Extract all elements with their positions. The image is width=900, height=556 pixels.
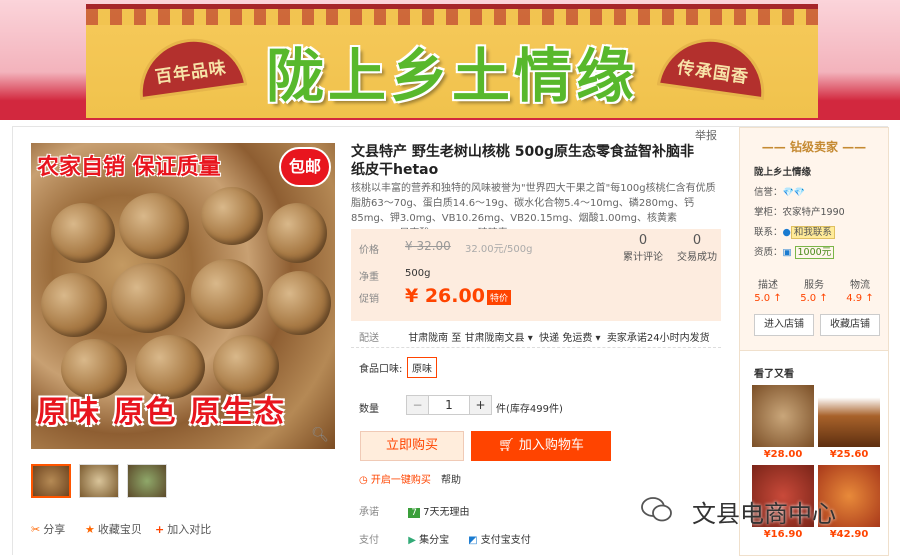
promise-text[interactable]: 7天无理由 [423,507,469,518]
pay-option-2[interactable]: 支付宝支付 [481,535,531,546]
pay-label: 支付 [359,535,379,546]
thumbnail-1[interactable] [31,464,71,498]
compare-button[interactable]: + 加入对比 [155,521,211,537]
thumbnail-3[interactable] [127,464,167,498]
zoom-icon[interactable]: 🔍︎ [311,427,329,443]
pay-row: 支付 ▶ 集分宝 ◩ 支付宝支付 [359,531,531,546]
promo-tag: 特价 [487,290,512,305]
star-icon: ★ [85,523,95,536]
weight-label: 净重 [359,272,379,283]
reviews-stat[interactable]: 0 累计评论 [613,233,673,263]
contact-button[interactable]: 和我联系 [790,226,835,239]
dsr-logistics: 物流 4.9 ↑ [846,280,874,304]
quantity-label: 数量 [359,404,379,415]
promise-row: 承诺 7 7天无理由 [359,503,469,518]
add-to-cart-button[interactable]: 🛒︎ 加入购物车 [471,431,611,461]
plus-icon: + [155,523,165,536]
banner-artwork: 百年品味 陇上乡土情缘 传承国香 [86,4,818,118]
fan-right-text: 传承国香 [675,58,751,88]
reviews-count: 0 [638,233,648,248]
diamond-icon: 💎💎 [782,188,805,198]
seven-day-icon: 7 [408,508,420,518]
delivery-from: 甘肃陇南 [408,333,449,344]
recommended-item-1[interactable] [752,385,814,447]
banner: 百年品味 陇上乡土情缘 传承国香 [0,0,900,120]
increase-button[interactable]: + [469,396,491,414]
favorite-shop-button[interactable]: 收藏店铺 [820,314,880,336]
keeper-row: 掌柜：农家特产1990 [754,207,845,218]
chevron-down-icon: ▾ [595,333,601,344]
recommended-price-3: ¥16.90 [763,529,803,540]
product-page: 举报 农家自销 保证质量 包邮 原味 原色 原生态 🔍︎ ✂ 分享 ★ 收藏宝贝 +… [12,126,889,556]
dsr-service: 服务 5.0 ↑ [800,280,828,304]
divider [351,347,721,348]
enter-shop-button[interactable]: 进入店铺 [754,314,814,336]
share-button[interactable]: ✂ 分享 [31,521,65,537]
chevron-down-icon: ▾ [527,333,533,344]
id-icon: ▣ [782,247,795,258]
contact-row: 联系：● 和我联系 [754,224,835,239]
recommended-item-2[interactable] [818,385,880,447]
pay-option-1[interactable]: 集分宝 [419,535,449,546]
shipping-select[interactable]: 快递 免运费 ▾ [539,333,600,344]
decrease-button[interactable]: − [407,396,429,414]
wangwang-icon: ● [782,227,791,238]
shop-name[interactable]: 陇上乡土情缘 [754,164,811,178]
image-slogan-bottom: 原味 原色 原生态 [37,395,286,430]
flavor-label: 食品口味: [359,364,403,375]
one-click-buy-link[interactable]: ◷ 开启一键购买 [359,471,431,486]
reviews-label: 累计评论 [623,252,663,263]
jifenbao-icon: ▶ [408,535,416,546]
credit-row: 信誉：💎💎 [754,187,805,198]
image-slogan-top: 农家自销 保证质量 [37,155,221,180]
quantity-input[interactable]: 1 [429,396,469,414]
thumbnail-2[interactable] [79,464,119,498]
report-link[interactable]: 举报 [695,127,717,143]
product-title: 文县特产 野生老树山核桃 500g原生态零食益智补脑非纸皮干hetao [351,144,694,178]
delivery-destination-select[interactable]: 甘肃陇南文县 ▾ [465,333,533,344]
recommended-price-4: ¥42.90 [829,529,869,540]
delivery-label: 配送 [359,333,379,344]
original-price: ¥ 32.00 [405,239,451,253]
weight-value: 500g [405,268,431,279]
free-shipping-badge: 包邮 [279,147,331,187]
flavor-option-selected[interactable]: 原味 [407,357,437,378]
price-label: 价格 [359,245,379,256]
sales-stat: 0 交易成功 [667,233,727,263]
clock-icon: ◷ [359,475,371,486]
watermark-text: 文县电商中心 [692,500,836,528]
delivery-row: 配送 甘肃陇南 至 甘肃陇南文县 ▾ 快递 免运费 ▾ 卖家承诺24小时内发货 [359,329,710,344]
sales-label: 交易成功 [677,252,717,263]
promo-label: 促销 [359,294,379,305]
favorite-button[interactable]: ★ 收藏宝贝 [85,521,142,537]
quantity-stepper: − 1 + [406,395,492,415]
keeper-name[interactable]: 农家特产1990 [783,207,845,218]
delivery-to-word: 至 [451,333,462,344]
dsr-description: 描述 5.0 ↑ [754,280,782,304]
share-icon: ✂ [31,523,41,536]
unit-price: 32.00元/500g [465,244,533,255]
alipay-icon: ◩ [468,535,478,546]
price-box: 价格 ¥ 32.00 32.00元/500g 0 累计评论 0 交易成功 净重 50… [351,229,721,321]
main-product-image[interactable]: 农家自销 保证质量 包邮 原味 原色 原生态 🔍︎ [31,143,335,449]
recommended-price-1: ¥28.00 [763,449,803,460]
promo-price: ¥ 26.00 [405,285,485,307]
help-link[interactable]: 帮助 [441,471,461,486]
recommended-price-2: ¥25.60 [829,449,869,460]
promise-label: 承诺 [359,507,379,518]
seller-level-header: —— 钻级卖家 —— [761,140,867,154]
cart-icon: 🛒︎ [498,438,519,453]
buy-now-button[interactable]: 立即购买 [360,431,464,461]
qualification-row: 资质：▣ 1000元 [754,244,835,259]
stock-text: 件(库存499件) [496,404,563,415]
ship-promise: 卖家承诺24小时内发货 [606,333,710,344]
seller-panel: —— 钻级卖家 —— 陇上乡土情缘 信誉：💎💎 掌柜：农家特产1990 联系：●… [739,127,889,351]
sales-count: 0 [692,233,702,248]
also-viewed-header: 看了又看 [754,369,794,380]
deposit-badge: 1000元 [794,246,835,259]
